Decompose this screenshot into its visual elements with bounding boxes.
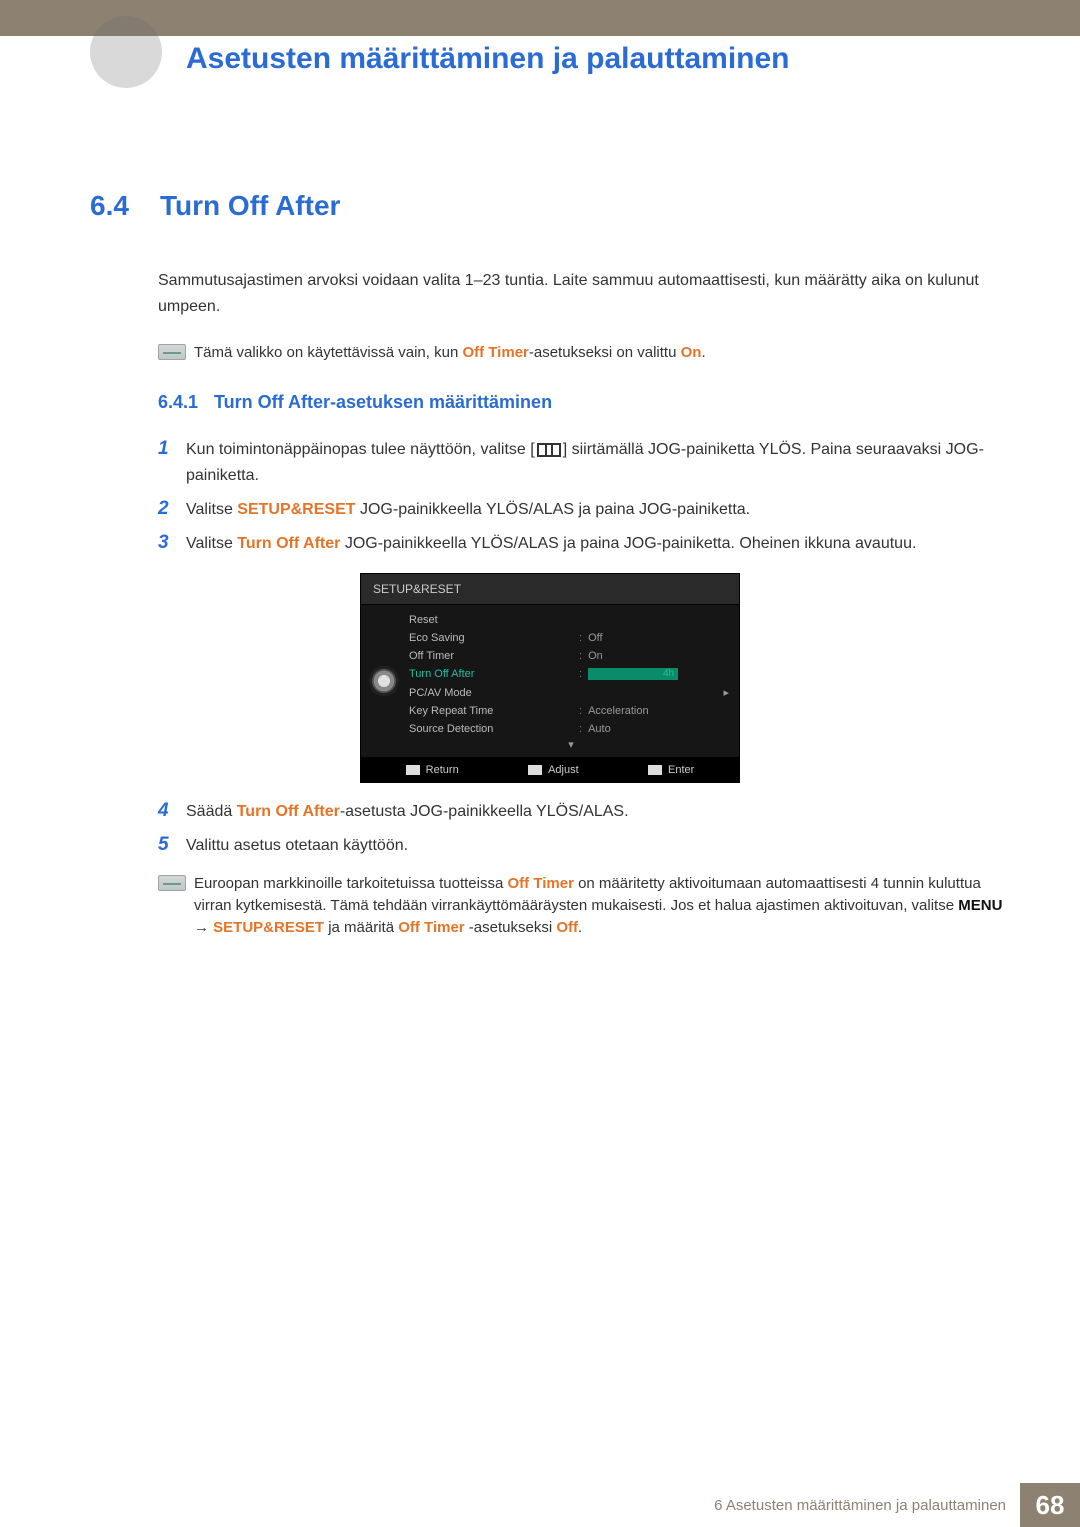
s1a: Kun toimintonäppäinopas tulee näyttöön, … [186, 441, 535, 458]
intro-paragraph: Sammutusajastimen arvoksi voidaan valita… [158, 268, 1010, 320]
n2h: -asetukseksi [465, 919, 557, 936]
osd-row-offtimer: Off Timer :On [409, 647, 729, 665]
chapter-badge [90, 16, 162, 88]
step-num-5: 5 [158, 833, 186, 857]
osd-slider-value: 4h [652, 668, 676, 680]
osd-value: Auto [588, 723, 611, 735]
note-mid: -asetukseksi on valittu [529, 344, 681, 361]
footer-chapter: 6 Asetusten määrittäminen ja palauttamin… [700, 1483, 1020, 1527]
top-bar [0, 0, 1080, 36]
step-num-3: 3 [158, 531, 186, 555]
s4b: Turn Off After [237, 803, 340, 820]
osd-footer: Return Adjust Enter [361, 757, 739, 782]
n2d: MENU [958, 897, 1002, 914]
step-num-4: 4 [158, 799, 186, 823]
s2b: SETUP&RESET [237, 501, 355, 518]
step-text-4: Säädä Turn Off After-asetusta JOG-painik… [186, 799, 629, 825]
gear-icon [372, 669, 396, 693]
s3b: Turn Off After [237, 535, 340, 552]
step-num-1: 1 [158, 437, 186, 461]
osd-label: Turn Off After [409, 668, 519, 680]
s3a: Valitse [186, 535, 237, 552]
chapter-title: Asetusten määrittäminen ja palauttaminen [186, 36, 1020, 76]
step-text-3: Valitse Turn Off After JOG-painikkeella … [186, 531, 916, 557]
osd-row-pcav: PC/AV Mode ▸ [409, 683, 729, 702]
osd-label: Source Detection [409, 723, 519, 735]
n2b: Off Timer [508, 875, 574, 892]
osd-left [361, 605, 407, 757]
n2f: ja määritä [324, 919, 398, 936]
s2c: JOG-painikkeella YLÖS/ALAS ja paina JOG-… [356, 501, 751, 518]
chevron-down-icon: ▾ [413, 738, 729, 751]
page-footer: 6 Asetusten määrittäminen ja palauttamin… [0, 1483, 1080, 1527]
n2e: SETUP&RESET [213, 919, 324, 936]
osd-screenshot: SETUP&RESET Reset Eco Saving :Off Off Ti… [360, 573, 740, 783]
footer-page-number: 68 [1020, 1483, 1080, 1527]
step-2: 2 Valitse SETUP&RESET JOG-painikkeella Y… [158, 497, 1010, 523]
arrow-icon: → [194, 919, 213, 936]
osd-adjust: Adjust [528, 764, 579, 776]
note-text: Tämä valikko on käytettävissä vain, kun … [194, 342, 706, 364]
note-block-2: Euroopan markkinoille tarkoitetuissa tuo… [158, 873, 1010, 939]
n2a: Euroopan markkinoille tarkoitetuissa tuo… [194, 875, 508, 892]
step-4: 4 Säädä Turn Off After-asetusta JOG-pain… [158, 799, 1010, 825]
chevron-right-icon: ▸ [723, 686, 729, 699]
subsection-title: Turn Off After-asetuksen määrittäminen [214, 392, 552, 413]
note-bold1: Off Timer [462, 344, 528, 361]
step-3: 3 Valitse Turn Off After JOG-painikkeell… [158, 531, 1010, 557]
content: 6.4 Turn Off After Sammutusajastimen arv… [90, 190, 1010, 967]
osd-label: Off Timer [409, 650, 519, 662]
osd-return-label: Return [426, 764, 459, 776]
section-heading: 6.4 Turn Off After [90, 190, 1010, 222]
section-title: Turn Off After [160, 190, 340, 222]
note-pre: Tämä valikko on käytettävissä vain, kun [194, 344, 462, 361]
osd-row-eco: Eco Saving :Off [409, 629, 729, 647]
osd-row-reset: Reset [409, 611, 729, 629]
n2i: Off [556, 919, 578, 936]
s4c: -asetusta JOG-painikkeella YLÖS/ALAS. [340, 803, 629, 820]
osd-row-source: Source Detection :Auto [409, 720, 729, 738]
section-number: 6.4 [90, 190, 160, 222]
osd-adjust-label: Adjust [548, 764, 579, 776]
note-block: Tämä valikko on käytettävissä vain, kun … [158, 342, 1010, 364]
osd-value: Acceleration [588, 705, 649, 717]
note-text-2: Euroopan markkinoille tarkoitetuissa tuo… [194, 873, 1010, 939]
osd-label: PC/AV Mode [409, 687, 519, 699]
note-post: . [701, 344, 705, 361]
osd-slider: 4h [588, 668, 678, 680]
osd-return: Return [406, 764, 459, 776]
subsection-heading: 6.4.1 Turn Off After-asetuksen määrittäm… [158, 392, 1010, 413]
osd-title: SETUP&RESET [361, 574, 739, 605]
note-icon [158, 344, 186, 360]
note-icon [158, 875, 186, 891]
subsection-number: 6.4.1 [158, 392, 214, 413]
n2j: . [578, 919, 582, 936]
osd-enter: Enter [648, 764, 694, 776]
s4a: Säädä [186, 803, 237, 820]
n2g: Off Timer [398, 919, 464, 936]
step-num-2: 2 [158, 497, 186, 521]
enter-icon [648, 765, 662, 775]
step-text-2: Valitse SETUP&RESET JOG-painikkeella YLÖ… [186, 497, 750, 523]
step-text-5: Valittu asetus otetaan käyttöön. [186, 833, 408, 859]
osd-label: Key Repeat Time [409, 705, 519, 717]
s3c: JOG-painikkeella YLÖS/ALAS ja paina JOG-… [340, 535, 916, 552]
step-5: 5 Valittu asetus otetaan käyttöön. [158, 833, 1010, 859]
osd-enter-label: Enter [668, 764, 694, 776]
osd-label: Reset [409, 614, 519, 626]
osd-row-turnoffafter: Turn Off After :4h [409, 665, 729, 683]
osd-list: Reset Eco Saving :Off Off Timer :On Turn… [407, 605, 739, 757]
adjust-icon [528, 765, 542, 775]
osd-row-keyrepeat: Key Repeat Time :Acceleration [409, 702, 729, 720]
osd-body: Reset Eco Saving :Off Off Timer :On Turn… [361, 605, 739, 757]
return-icon [406, 765, 420, 775]
step-1: 1 Kun toimintonäppäinopas tulee näyttöön… [158, 437, 1010, 489]
step-text-1: Kun toimintonäppäinopas tulee näyttöön, … [186, 437, 1010, 489]
osd-value: On [588, 650, 603, 662]
note-bold2: On [681, 344, 702, 361]
menu-icon [537, 443, 561, 457]
s2a: Valitse [186, 501, 237, 518]
osd-value: Off [588, 632, 602, 644]
osd-label: Eco Saving [409, 632, 519, 644]
